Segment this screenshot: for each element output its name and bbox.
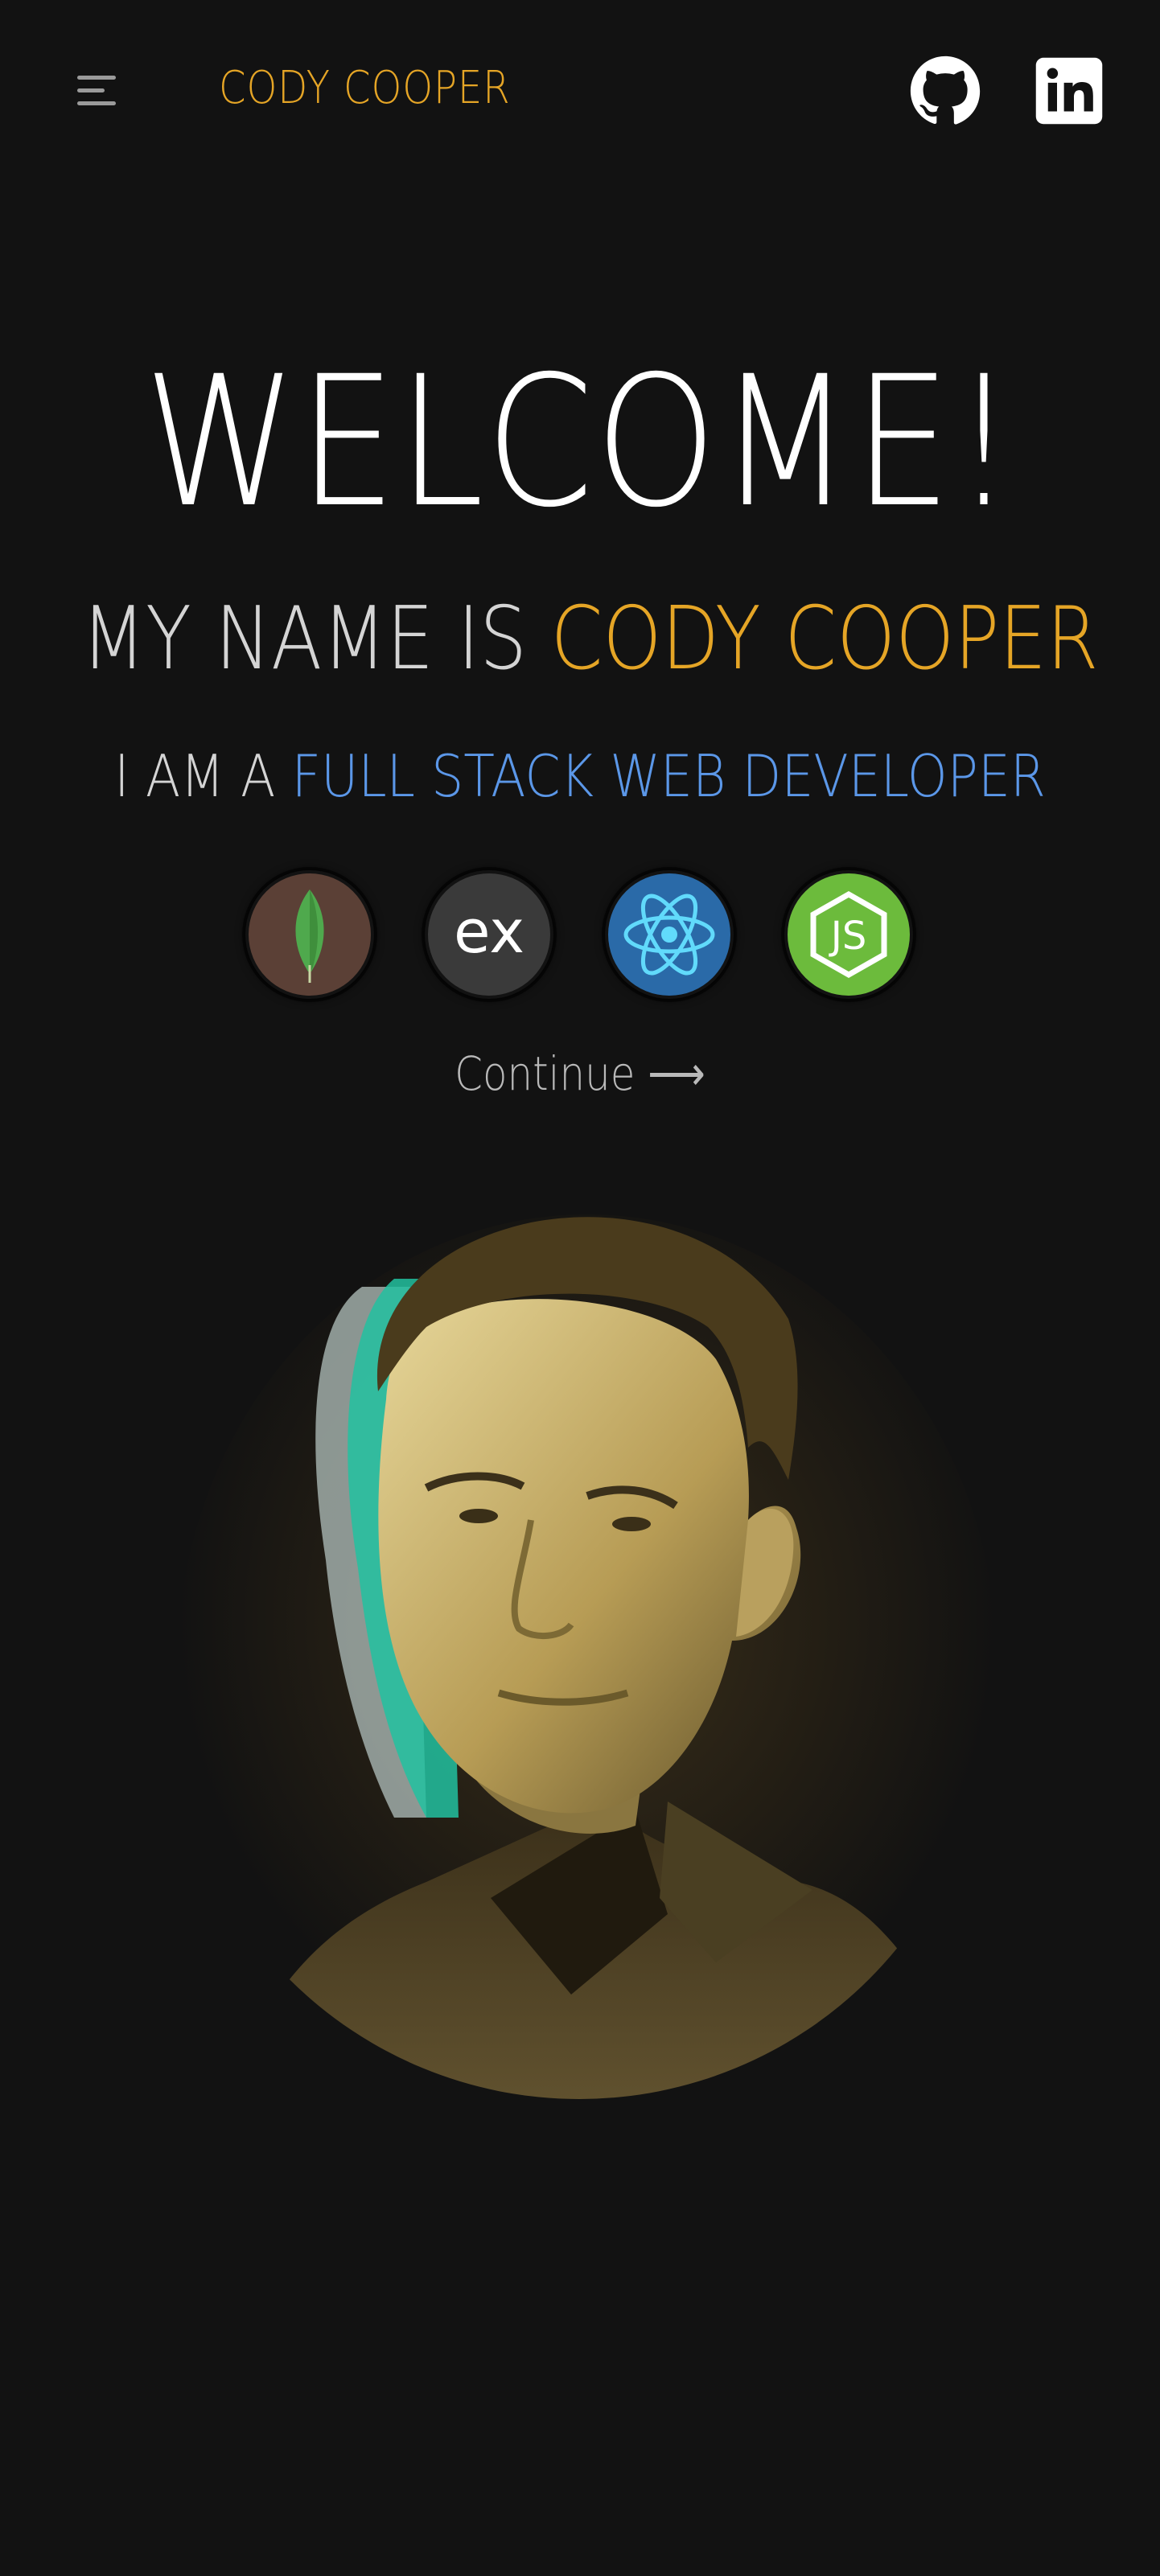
svg-text:ex: ex: [454, 898, 524, 967]
name-prefix: MY NAME IS: [80, 589, 551, 689]
react-icon: [605, 870, 734, 999]
page: CODY COOPER WELCOME! MY NAME IS CODY COO…: [0, 0, 1160, 2576]
continue-link[interactable]: Continue ⟶: [81, 1037, 1079, 1110]
name-heading: MY NAME IS CODY COOPER: [80, 579, 1099, 700]
brand-logo-link[interactable]: CODY COOPER: [219, 56, 511, 121]
profile-portrait-image: [153, 1190, 1006, 2180]
nodejs-icon: JS: [784, 870, 913, 999]
role-heading: I AM A FULL STACK WEB DEVELOPER: [70, 732, 1091, 820]
express-icon: ex: [425, 870, 553, 999]
linkedin-icon[interactable]: [1033, 55, 1105, 127]
role-prefix: I AM A: [114, 742, 292, 810]
svg-text:JS: JS: [829, 914, 867, 959]
role-highlight: FULL STACK WEB DEVELOPER: [291, 742, 1046, 810]
hamburger-menu-icon[interactable]: [72, 68, 121, 113]
github-icon[interactable]: [909, 55, 981, 127]
name-highlight: CODY COOPER: [550, 589, 1099, 689]
top-navbar: CODY COOPER: [0, 0, 1160, 177]
welcome-heading: WELCOME!: [143, 337, 1017, 547]
mongodb-icon: [245, 870, 374, 999]
